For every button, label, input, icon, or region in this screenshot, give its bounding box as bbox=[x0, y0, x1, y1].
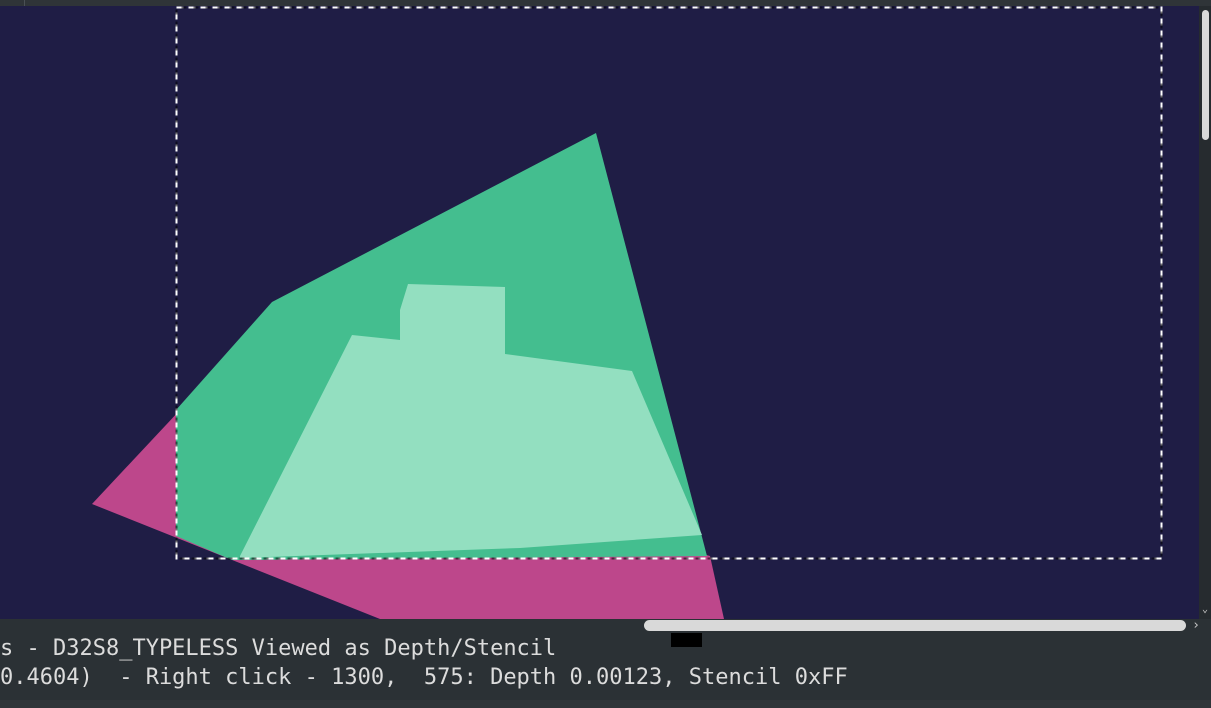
vertical-scrollbar[interactable]: ⌄ bbox=[1199, 6, 1211, 619]
vertical-scroll-thumb[interactable] bbox=[1202, 10, 1209, 140]
horizontal-scrollbar[interactable]: › bbox=[0, 619, 1211, 633]
status-line-format: s - D32S8_TYPELESS Viewed as Depth/Stenc… bbox=[0, 634, 1211, 664]
bottom-edge bbox=[0, 700, 1211, 708]
status-line-pick: 0.4604) - Right click - 1300, 575: Depth… bbox=[0, 663, 1211, 693]
texture-render bbox=[92, 6, 1163, 619]
text-cursor-block bbox=[671, 633, 702, 647]
horizontal-scroll-thumb[interactable] bbox=[644, 620, 1186, 631]
status-pick-text: 0.4604) - Right click - 1300, 575: Depth… bbox=[0, 665, 848, 690]
status-format-text: s - D32S8_TYPELESS Viewed as Depth/Stenc… bbox=[0, 636, 557, 661]
scroll-down-icon[interactable]: ⌄ bbox=[1200, 604, 1210, 616]
scroll-right-icon[interactable]: › bbox=[1190, 619, 1202, 633]
texture-viewport[interactable] bbox=[0, 6, 1199, 619]
